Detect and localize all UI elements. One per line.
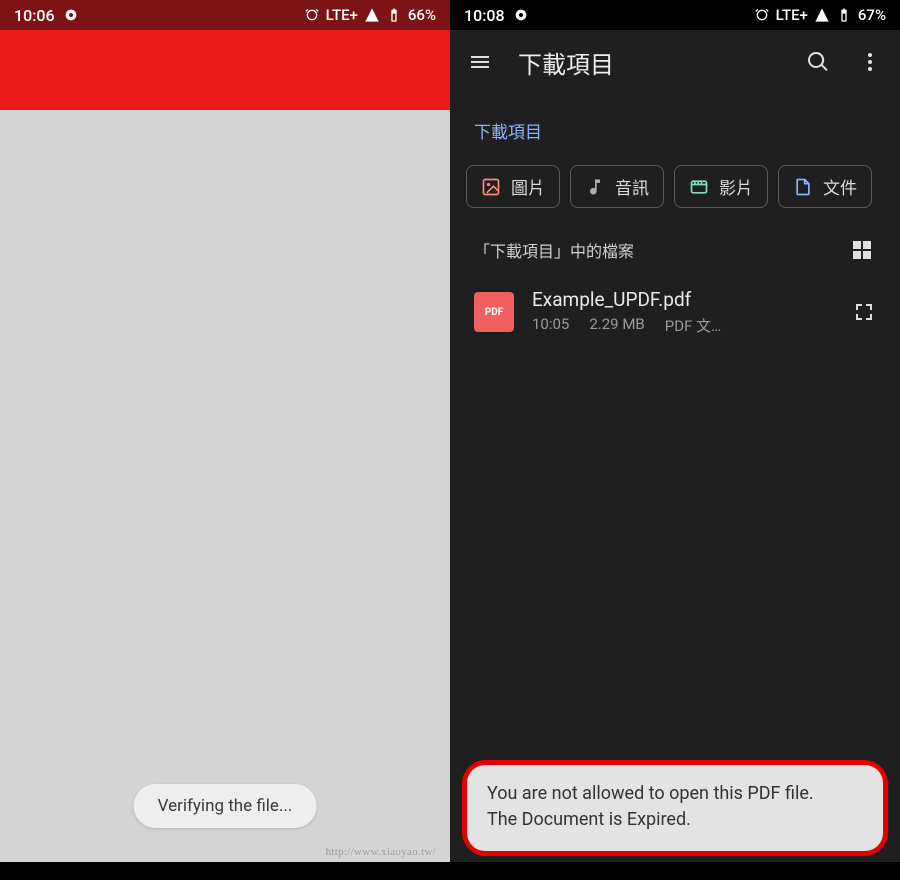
file-size: 2.29 MB [589, 315, 644, 336]
toast-line1: You are not allowed to open this PDF fil… [487, 781, 863, 807]
signal-icon [814, 7, 830, 23]
status-network: LTE+ [776, 6, 808, 24]
section-header: 「下載項目」中的檔案 [450, 222, 900, 274]
signal-icon [364, 7, 380, 23]
section-label: 「下載項目」中的檔案 [474, 238, 634, 262]
notification-dot-icon [513, 7, 529, 23]
chip-label: 影片 [719, 174, 753, 199]
appbar-right: 下載項目 [450, 30, 900, 94]
grid-view-icon [850, 238, 874, 262]
image-icon [481, 177, 501, 197]
statusbar-left: 10:06 LTE+ 66% [0, 0, 450, 30]
toast-highlight: You are not allowed to open this PDF fil… [462, 760, 888, 856]
video-icon [689, 177, 709, 197]
notification-dot-icon [63, 7, 79, 23]
more-button[interactable] [856, 48, 884, 76]
chip-documents[interactable]: 文件 [778, 165, 872, 208]
body-left: Verifying the file... http://www.xiaoyao… [0, 110, 450, 862]
file-item[interactable]: PDF Example_UPDF.pdf 10:05 2.29 MB PDF 文… [450, 274, 900, 350]
fullscreen-icon[interactable] [852, 300, 876, 324]
battery-icon [386, 7, 402, 23]
chip-label: 音訊 [615, 174, 649, 199]
appbar-title: 下載項目 [518, 45, 780, 80]
chip-label: 圖片 [511, 174, 545, 199]
search-icon [806, 50, 830, 74]
alarm-icon [754, 7, 770, 23]
status-battery: 66% [408, 6, 436, 24]
menu-button[interactable] [466, 48, 494, 76]
file-type: PDF 文… [665, 315, 721, 336]
file-time: 10:05 [532, 315, 569, 336]
chip-video[interactable]: 影片 [674, 165, 768, 208]
file-name: Example_UPDF.pdf [532, 288, 834, 311]
status-left-group-r: 10:08 [464, 6, 529, 25]
status-time: 10:06 [14, 6, 55, 25]
status-right-group-r: LTE+ 67% [754, 6, 886, 24]
toast-message: Verifying the file... [134, 784, 317, 828]
view-toggle-button[interactable] [848, 236, 876, 264]
statusbar-right: 10:08 LTE+ 67% [450, 0, 900, 30]
file-subline: 10:05 2.29 MB PDF 文… [532, 315, 834, 336]
phone-right: 10:08 LTE+ 67% 下載項目 下載項目 圖片 音訊 [450, 0, 900, 880]
breadcrumb[interactable]: 下載項目 [450, 94, 900, 161]
toast-error: You are not allowed to open this PDF fil… [467, 765, 883, 851]
status-battery: 67% [858, 6, 886, 24]
chip-images[interactable]: 圖片 [466, 165, 560, 208]
file-meta: Example_UPDF.pdf 10:05 2.29 MB PDF 文… [532, 288, 834, 336]
watermark-text: http://www.xiaoyao.tw/ [326, 846, 436, 858]
search-button[interactable] [804, 48, 832, 76]
phone-left: 10:06 LTE+ 66% Verifying the file... htt… [0, 0, 450, 880]
battery-icon [836, 7, 852, 23]
pdf-badge: PDF [485, 307, 503, 318]
toast-line2: The Document is Expired. [487, 807, 863, 833]
appbar-left [0, 30, 450, 110]
menu-icon [468, 50, 492, 74]
navbar-left [0, 862, 450, 880]
document-icon [793, 177, 813, 197]
status-time: 10:08 [464, 6, 505, 25]
status-left-group: 10:06 [14, 6, 79, 25]
audio-icon [585, 177, 605, 197]
navbar-right [450, 862, 900, 880]
filter-chips: 圖片 音訊 影片 文件 [450, 161, 900, 222]
more-vert-icon [858, 50, 882, 74]
alarm-icon [304, 7, 320, 23]
status-network: LTE+ [326, 6, 358, 24]
status-right-group: LTE+ 66% [304, 6, 436, 24]
pdf-thumbnail: PDF [474, 292, 514, 332]
chip-audio[interactable]: 音訊 [570, 165, 664, 208]
chip-label: 文件 [823, 174, 857, 199]
